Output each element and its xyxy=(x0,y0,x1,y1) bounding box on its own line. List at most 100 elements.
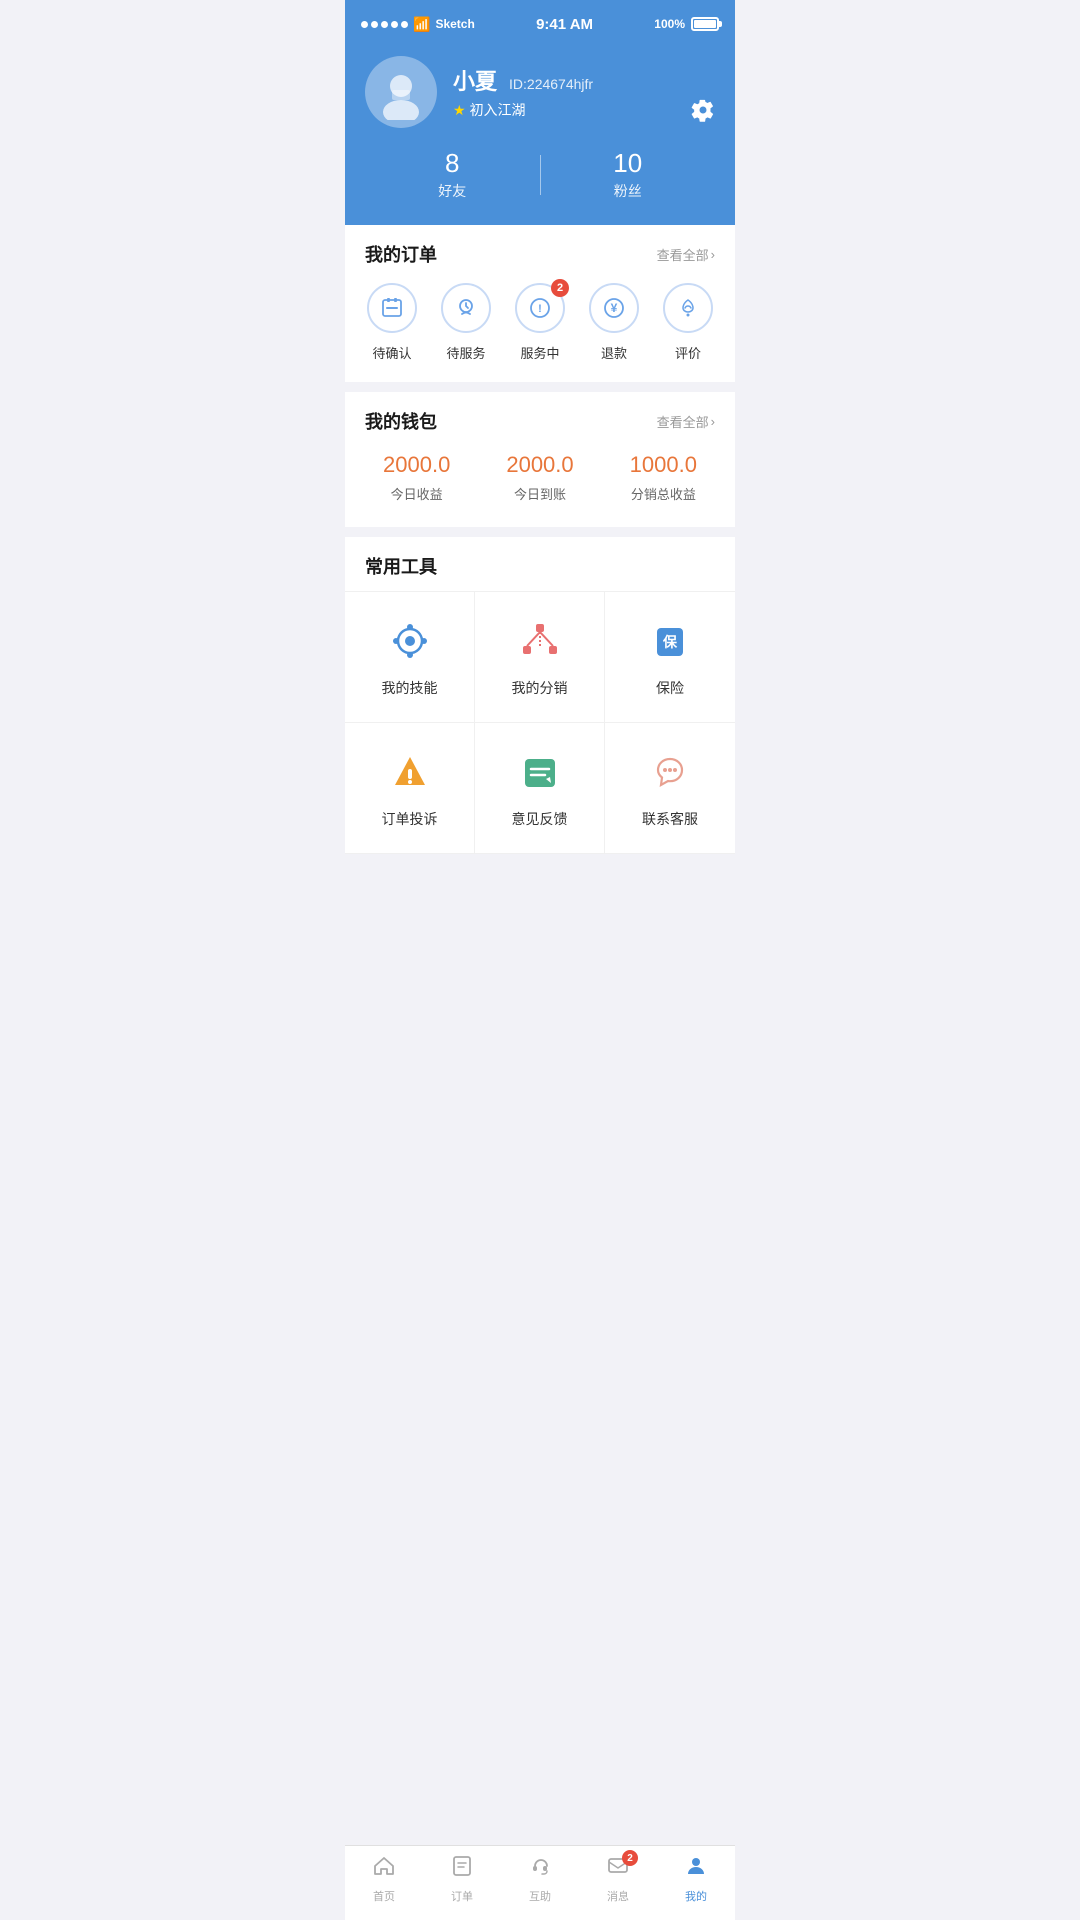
nav-label-profile: 我的 xyxy=(685,1888,707,1904)
nav-item-home[interactable]: 首页 xyxy=(345,1854,423,1904)
orders-header: 我的订单 查看全部 › xyxy=(345,225,735,279)
tools-title: 常用工具 xyxy=(345,537,735,591)
stats-row: 8 好友 10 粉丝 xyxy=(365,144,715,201)
distribution-icon xyxy=(515,616,565,666)
tool-label-insurance: 保险 xyxy=(656,678,684,698)
tool-label-service: 联系客服 xyxy=(642,809,698,829)
order-label-review: 评价 xyxy=(675,343,701,362)
home-icon xyxy=(372,1854,396,1884)
order-label-waiting: 待服务 xyxy=(446,343,485,362)
friends-count: 8 xyxy=(365,148,540,179)
today-received-amount: 2000.0 xyxy=(478,452,601,478)
tool-label-feedback: 意见反馈 xyxy=(512,809,568,829)
skill-icon xyxy=(385,616,435,666)
tools-section: 常用工具 我的技能 xyxy=(345,537,735,854)
order-item-waiting[interactable]: 待服务 xyxy=(429,283,503,362)
tool-label-complaint: 订单投诉 xyxy=(382,809,438,829)
feedback-icon xyxy=(515,747,565,797)
tool-label-distribution: 我的分销 xyxy=(512,678,568,698)
order-item-refund[interactable]: ¥ 退款 xyxy=(577,283,651,362)
order-icon-review-wrap xyxy=(663,283,713,333)
order-item-review[interactable]: 评价 xyxy=(651,283,725,362)
distribution-label: 分销总收益 xyxy=(602,484,725,503)
profile-row: 小夏 ID:224674hjfr ★ 初入江湖 xyxy=(365,56,715,128)
orders-row: 待确认 待服务 ! xyxy=(345,279,735,382)
tool-item-distribution[interactable]: 我的分销 xyxy=(475,592,605,723)
order-label-refund: 退款 xyxy=(601,343,627,362)
nav-item-profile[interactable]: 我的 xyxy=(657,1854,735,1904)
wallet-title: 我的钱包 xyxy=(365,408,437,434)
order-item-inservice[interactable]: ! 2 服务中 xyxy=(503,283,577,362)
insurance-icon: 保 xyxy=(645,616,695,666)
wallet-item-distribution[interactable]: 1000.0 分销总收益 xyxy=(602,452,725,503)
tool-item-feedback[interactable]: 意见反馈 xyxy=(475,723,605,854)
profile-header: 小夏 ID:224674hjfr ★ 初入江湖 8 好友 10 粉丝 xyxy=(345,44,735,225)
svg-text:保: 保 xyxy=(662,634,678,650)
wallet-item-today-income[interactable]: 2000.0 今日收益 xyxy=(355,452,478,503)
tool-item-complaint[interactable]: 订单投诉 xyxy=(345,723,475,854)
tool-item-insurance[interactable]: 保 保险 xyxy=(605,592,735,723)
wallet-section: 我的钱包 查看全部 › 2000.0 今日收益 2000.0 今日到账 1000… xyxy=(345,392,735,527)
nav-item-message[interactable]: 2 消息 xyxy=(579,1854,657,1904)
tool-label-skill: 我的技能 xyxy=(382,678,438,698)
status-time: 9:41 AM xyxy=(536,16,593,33)
complaint-icon xyxy=(385,747,435,797)
distribution-amount: 1000.0 xyxy=(602,452,725,478)
help-icon xyxy=(528,1854,552,1884)
order-nav-icon xyxy=(450,1854,474,1884)
svg-text:!: ! xyxy=(538,303,542,315)
today-received-label: 今日到账 xyxy=(478,484,601,503)
carrier-label: Sketch xyxy=(435,17,474,31)
order-badge-inservice: 2 xyxy=(551,279,569,297)
profile-id: ID:224674hjfr xyxy=(509,76,593,92)
wallet-amounts: 2000.0 今日收益 2000.0 今日到账 1000.0 分销总收益 xyxy=(345,446,735,527)
nav-label-order: 订单 xyxy=(451,1888,473,1904)
order-item-pending[interactable]: 待确认 xyxy=(355,283,429,362)
battery-icon xyxy=(691,17,719,31)
order-label-inservice: 服务中 xyxy=(520,343,559,362)
rank-label: 初入江湖 xyxy=(470,100,526,120)
message-badge-wrap: 2 xyxy=(606,1854,630,1884)
today-income-amount: 2000.0 xyxy=(355,452,478,478)
service-icon xyxy=(645,747,695,797)
avatar[interactable] xyxy=(365,56,437,128)
friends-stat[interactable]: 8 好友 xyxy=(365,148,540,201)
settings-button[interactable] xyxy=(691,98,715,128)
nav-item-order[interactable]: 订单 xyxy=(423,1854,501,1904)
star-icon: ★ xyxy=(453,102,466,119)
wallet-item-today-received[interactable]: 2000.0 今日到账 xyxy=(478,452,601,503)
status-bar: 📶 Sketch 9:41 AM 100% xyxy=(345,0,735,44)
nav-label-message: 消息 xyxy=(607,1888,629,1904)
signal-dots xyxy=(361,21,408,28)
wallet-view-all[interactable]: 查看全部 › xyxy=(657,412,715,431)
nav-item-help[interactable]: 互助 xyxy=(501,1854,579,1904)
orders-title: 我的订单 xyxy=(365,241,437,267)
orders-section: 我的订单 查看全部 › 待确认 xyxy=(345,225,735,382)
fans-stat[interactable]: 10 粉丝 xyxy=(541,148,716,201)
profile-rank: ★ 初入江湖 xyxy=(453,100,593,120)
nav-label-home: 首页 xyxy=(373,1888,395,1904)
profile-nav-icon xyxy=(684,1854,708,1884)
order-icon-waiting-wrap xyxy=(441,283,491,333)
fans-count: 10 xyxy=(541,148,716,179)
order-icon-review xyxy=(663,283,713,333)
profile-info: 小夏 ID:224674hjfr ★ 初入江湖 xyxy=(453,64,593,120)
svg-text:¥: ¥ xyxy=(611,301,618,315)
order-icon-refund: ¥ xyxy=(589,283,639,333)
order-icon-waiting xyxy=(441,283,491,333)
orders-view-all[interactable]: 查看全部 › xyxy=(657,245,715,264)
order-icon-refund-wrap: ¥ xyxy=(589,283,639,333)
bottom-nav: 首页 订单 互助 xyxy=(345,1845,735,1920)
nav-label-help: 互助 xyxy=(529,1888,551,1904)
tool-item-skill[interactable]: 我的技能 xyxy=(345,592,475,723)
order-icon-inservice-wrap: ! 2 xyxy=(515,283,565,333)
tool-item-service[interactable]: 联系客服 xyxy=(605,723,735,854)
message-badge: 2 xyxy=(622,1850,638,1866)
today-income-label: 今日收益 xyxy=(355,484,478,503)
status-left: 📶 Sketch xyxy=(361,16,475,33)
wifi-icon: 📶 xyxy=(413,16,430,33)
fans-label: 粉丝 xyxy=(541,181,716,201)
battery-percent: 100% xyxy=(654,17,685,31)
order-icon-pending xyxy=(367,283,417,333)
order-label-pending: 待确认 xyxy=(372,343,411,362)
